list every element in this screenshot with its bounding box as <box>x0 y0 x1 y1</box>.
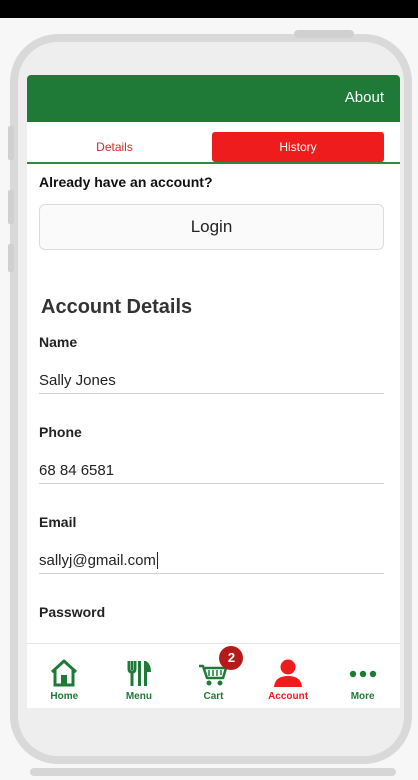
name-field-group: Name Sally Jones <box>27 334 400 394</box>
bottom-navigation: Home Menu 2 Cart Account More <box>27 643 400 708</box>
nav-more-label: More <box>350 691 375 702</box>
phone-field-group: Phone 68 84 6581 <box>27 394 400 484</box>
password-field-group: Password <box>27 574 400 620</box>
nav-cart[interactable]: 2 Cart <box>176 644 251 708</box>
nav-home-label: Home <box>50 691 79 702</box>
password-label: Password <box>39 604 106 620</box>
user-icon <box>274 659 303 687</box>
utensils-icon <box>127 661 151 686</box>
nav-account-label: Account <box>268 691 309 702</box>
nav-menu[interactable]: Menu <box>102 644 177 708</box>
email-label: Email <box>39 514 77 530</box>
about-link[interactable]: About <box>345 89 384 106</box>
phone-bottom-edge <box>30 768 396 776</box>
top-black-bar <box>0 0 418 18</box>
nav-more[interactable]: More <box>325 644 400 708</box>
account-tabs: Details History <box>27 122 400 164</box>
app-header: About <box>27 75 400 122</box>
cart-badge: 2 <box>219 646 244 670</box>
phone-mute-switch <box>8 244 14 272</box>
app-screen: About Details History Already have an ac… <box>27 75 400 708</box>
tab-details[interactable]: Details <box>27 132 202 162</box>
home-icon <box>51 659 78 687</box>
phone-field[interactable]: 68 84 6581 <box>39 440 384 484</box>
nav-cart-label: Cart <box>203 691 224 702</box>
email-field-group: Email sallyj@gmail.com <box>27 484 400 574</box>
nav-menu-label: Menu <box>125 691 152 702</box>
phone-volume-up-button <box>8 126 14 160</box>
account-details-title: Account Details <box>41 296 193 318</box>
nav-account[interactable]: Account <box>251 644 326 708</box>
phone-power-button <box>294 30 354 38</box>
text-caret <box>156 552 158 569</box>
phone-volume-down-button <box>8 190 14 224</box>
email-field-wrapper[interactable]: sallyj@gmail.com <box>39 530 384 574</box>
name-field[interactable]: Sally Jones <box>39 350 384 394</box>
login-button[interactable]: Login <box>39 204 384 250</box>
email-field[interactable]: sallyj@gmail.com <box>39 552 156 569</box>
tab-history[interactable]: History <box>212 132 384 162</box>
phone-label: Phone <box>39 424 82 440</box>
login-prompt: Already have an account? <box>39 174 213 190</box>
name-label: Name <box>39 334 78 350</box>
more-dots-icon <box>349 670 376 678</box>
nav-home[interactable]: Home <box>27 644 102 708</box>
